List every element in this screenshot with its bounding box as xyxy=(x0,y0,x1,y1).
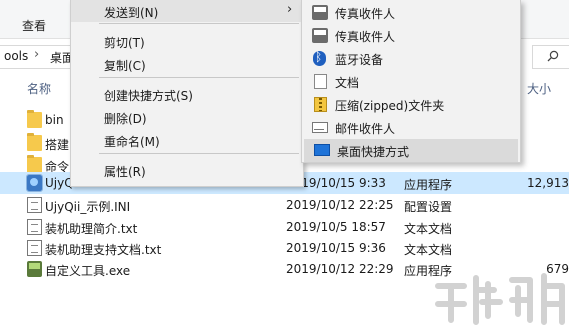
menu-item-label: 属性(R) xyxy=(104,165,146,179)
file-row[interactable]: 装机助理简介.txt 2019/10/5 18:57 文本文档 xyxy=(0,216,569,238)
file-row[interactable]: 装机助理支持文档.txt 2019/10/15 9:36 文本文档 xyxy=(0,237,569,259)
menu-separator xyxy=(99,23,299,24)
submenu-item-label: 邮件收件人 xyxy=(335,122,396,136)
submenu-item-documents[interactable]: 文档 xyxy=(302,70,520,93)
file-size: 12,913 xyxy=(527,176,569,190)
menu-item-cut[interactable]: 剪切(T) xyxy=(71,30,303,52)
zip-folder-icon xyxy=(314,97,327,112)
search-icon xyxy=(547,50,559,62)
menu-item-rename[interactable]: 重命名(M) xyxy=(71,129,303,151)
file-name: 装机助理支持文档.txt xyxy=(45,243,162,257)
menu-item-properties[interactable]: 属性(R) xyxy=(71,159,303,181)
menu-item-label: 剪切(T) xyxy=(104,36,145,50)
menu-separator xyxy=(99,153,299,154)
submenu-item-mail[interactable]: 邮件收件人 xyxy=(302,116,520,139)
submenu-item-fax-1[interactable]: 传真收件人 xyxy=(302,1,520,24)
file-type: 应用程序 xyxy=(404,178,453,192)
file-type: 文本文档 xyxy=(404,243,453,257)
app-exe-icon xyxy=(27,261,42,277)
submenu-item-fax-2[interactable]: 传真收件人 xyxy=(302,24,520,47)
folder-icon xyxy=(27,133,42,151)
txt-file-icon xyxy=(27,240,42,256)
watermark-logo xyxy=(435,273,565,325)
submenu-item-desktop-shortcut[interactable]: 桌面快捷方式 xyxy=(304,139,518,162)
file-type: 文本文档 xyxy=(404,222,453,236)
folder-icon xyxy=(27,110,42,128)
tab-view[interactable]: 查看 xyxy=(22,17,46,34)
menu-item-send-to[interactable]: 发送到(N) › xyxy=(71,0,303,22)
file-name: 装机助理简介.txt xyxy=(45,222,138,236)
menu-separator xyxy=(99,77,299,78)
column-header-size[interactable]: 大小 xyxy=(527,80,551,97)
submenu-item-label: 桌面快捷方式 xyxy=(337,145,410,159)
submenu-item-label: 蓝牙设备 xyxy=(335,53,384,67)
menu-item-create-shortcut[interactable]: 创建快捷方式(S) xyxy=(71,83,303,105)
submenu-item-bluetooth[interactable]: 蓝牙设备 xyxy=(302,47,520,70)
app-exe-icon xyxy=(26,174,43,192)
menu-item-label: 删除(D) xyxy=(104,112,147,126)
submenu-item-label: 压缩(zipped)文件夹 xyxy=(335,99,445,113)
submenu-item-label: 传真收件人 xyxy=(335,7,396,21)
fax-icon xyxy=(312,28,328,43)
column-header-name[interactable]: 名称 xyxy=(27,80,51,97)
file-row[interactable]: UjyQii_示例.INI 2019/10/12 22:25 配置设置 xyxy=(0,194,569,216)
file-name: 自定义工具.exe xyxy=(45,264,131,278)
file-date: 2019/10/5 18:57 xyxy=(286,220,386,234)
bluetooth-icon xyxy=(313,50,326,66)
submenu-item-label: 传真收件人 xyxy=(335,30,396,44)
submenu-item-zip[interactable]: 压缩(zipped)文件夹 xyxy=(302,93,520,116)
file-name: 搭建 xyxy=(45,138,70,152)
submenu-item-label: 文档 xyxy=(335,76,360,90)
file-date: 2019/10/15 9:36 xyxy=(286,241,386,255)
file-date: 2019/10/12 22:29 xyxy=(286,262,394,276)
file-date: 2019/10/12 22:25 xyxy=(286,198,394,212)
menu-item-label: 复制(C) xyxy=(104,59,146,73)
desktop-icon xyxy=(314,144,330,156)
file-name: UjyQii_示例.INI xyxy=(45,200,131,214)
file-type: 配置设置 xyxy=(404,200,453,214)
context-menu: 发送到(N) › 剪切(T) 复制(C) 创建快捷方式(S) 删除(D) 重命名… xyxy=(70,0,304,187)
menu-item-copy[interactable]: 复制(C) xyxy=(71,53,303,75)
breadcrumb-tools[interactable]: ools xyxy=(4,49,28,63)
file-name: bin xyxy=(45,113,64,127)
menu-item-delete[interactable]: 删除(D) xyxy=(71,106,303,128)
menu-item-label: 创建快捷方式(S) xyxy=(104,89,193,103)
ini-file-icon xyxy=(27,197,42,213)
breadcrumb-chevron-icon[interactable]: › xyxy=(34,47,39,62)
document-icon xyxy=(314,74,327,89)
mail-icon xyxy=(312,122,328,133)
submenu-arrow-icon: › xyxy=(287,2,293,17)
fax-icon xyxy=(312,5,328,20)
txt-file-icon xyxy=(27,219,42,235)
send-to-submenu: 传真收件人 传真收件人 蓝牙设备 文档 压缩(zipped)文件夹 邮件收件人 … xyxy=(301,0,521,163)
menu-item-label: 重命名(M) xyxy=(104,135,160,149)
folder-icon xyxy=(27,155,42,173)
menu-item-label: 发送到(N) xyxy=(104,6,159,20)
